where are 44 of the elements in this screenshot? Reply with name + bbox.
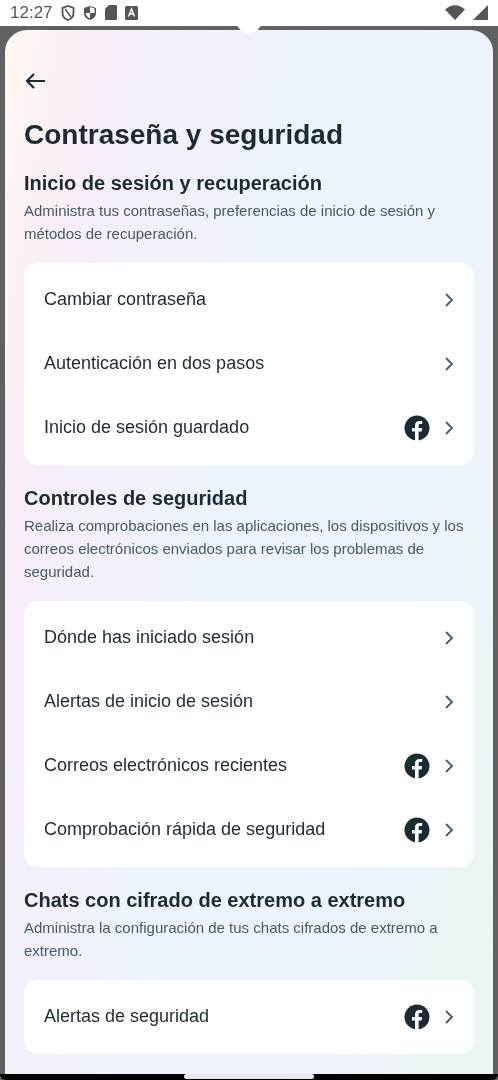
settings-row[interactable]: Cambiar contraseña (24, 267, 474, 332)
settings-row[interactable]: Alertas de inicio de sesión (24, 669, 474, 734)
row-label: Alertas de seguridad (44, 1005, 211, 1028)
section-heading: Chats con cifrado de extremo a extremo (24, 887, 407, 913)
section-description: Administra tus contraseñas, preferencias de inicio de sesión y métodos de recuperación. (24, 200, 437, 244)
settings-row[interactable]: Autenticación en dos pasos (24, 331, 474, 396)
chevron-right-icon (444, 420, 454, 435)
facebook-icon (404, 816, 430, 843)
section-heading: Controles de seguridad (24, 485, 249, 511)
facebook-icon (404, 414, 430, 441)
row-label: Autenticación en dos pasos (44, 352, 266, 375)
facebook-icon (404, 752, 430, 779)
app-icon (124, 5, 138, 20)
row-label: Correos electrónicos recientes (44, 754, 289, 777)
row-label: Dónde has iniciado sesión (44, 626, 256, 649)
row-label: Alertas de inicio de sesión (44, 690, 255, 713)
row-label: Comprobación rápida de seguridad (44, 818, 327, 841)
page-title: Contraseña y seguridad (24, 117, 344, 152)
settings-row[interactable]: Alertas de seguridad (24, 984, 474, 1049)
status-time: 12:27 (10, 2, 53, 24)
back-arrow-icon (24, 71, 46, 90)
chevron-right-icon (444, 292, 454, 307)
shield-icon (60, 4, 75, 21)
chevron-right-icon (444, 694, 454, 709)
section-description: Administra la configuración de tus chats cifrados de extremo a extremo. (24, 917, 439, 961)
home-indicator[interactable] (184, 1074, 314, 1080)
shield-icon (82, 4, 97, 21)
chevron-right-icon (444, 758, 454, 773)
chevron-right-icon (444, 1009, 454, 1024)
chevron-right-icon (444, 822, 454, 837)
settings-row[interactable]: Dónde has iniciado sesión (24, 605, 474, 670)
wifi-icon (445, 5, 465, 21)
sd-card-icon (104, 5, 117, 21)
row-label: Cambiar contraseña (44, 288, 208, 311)
chevron-right-icon (444, 356, 454, 371)
settings-row[interactable]: Comprobación rápida de seguridad (24, 797, 474, 862)
row-label: Inicio de sesión guardado (44, 416, 251, 439)
settings-row[interactable]: Inicio de sesión guardado (24, 395, 474, 460)
section-description: Realiza comprobaciones en las aplicaciones, los dispositivos y los correos electrónicos enviados para revisar los problemas de seguridad. (24, 515, 465, 582)
settings-row[interactable]: Correos electrónicos recientes (24, 733, 474, 798)
facebook-icon (404, 1003, 430, 1030)
chevron-right-icon (444, 630, 454, 645)
section-heading: Inicio de sesión y recuperación (24, 170, 323, 196)
signal-icon (473, 5, 488, 21)
